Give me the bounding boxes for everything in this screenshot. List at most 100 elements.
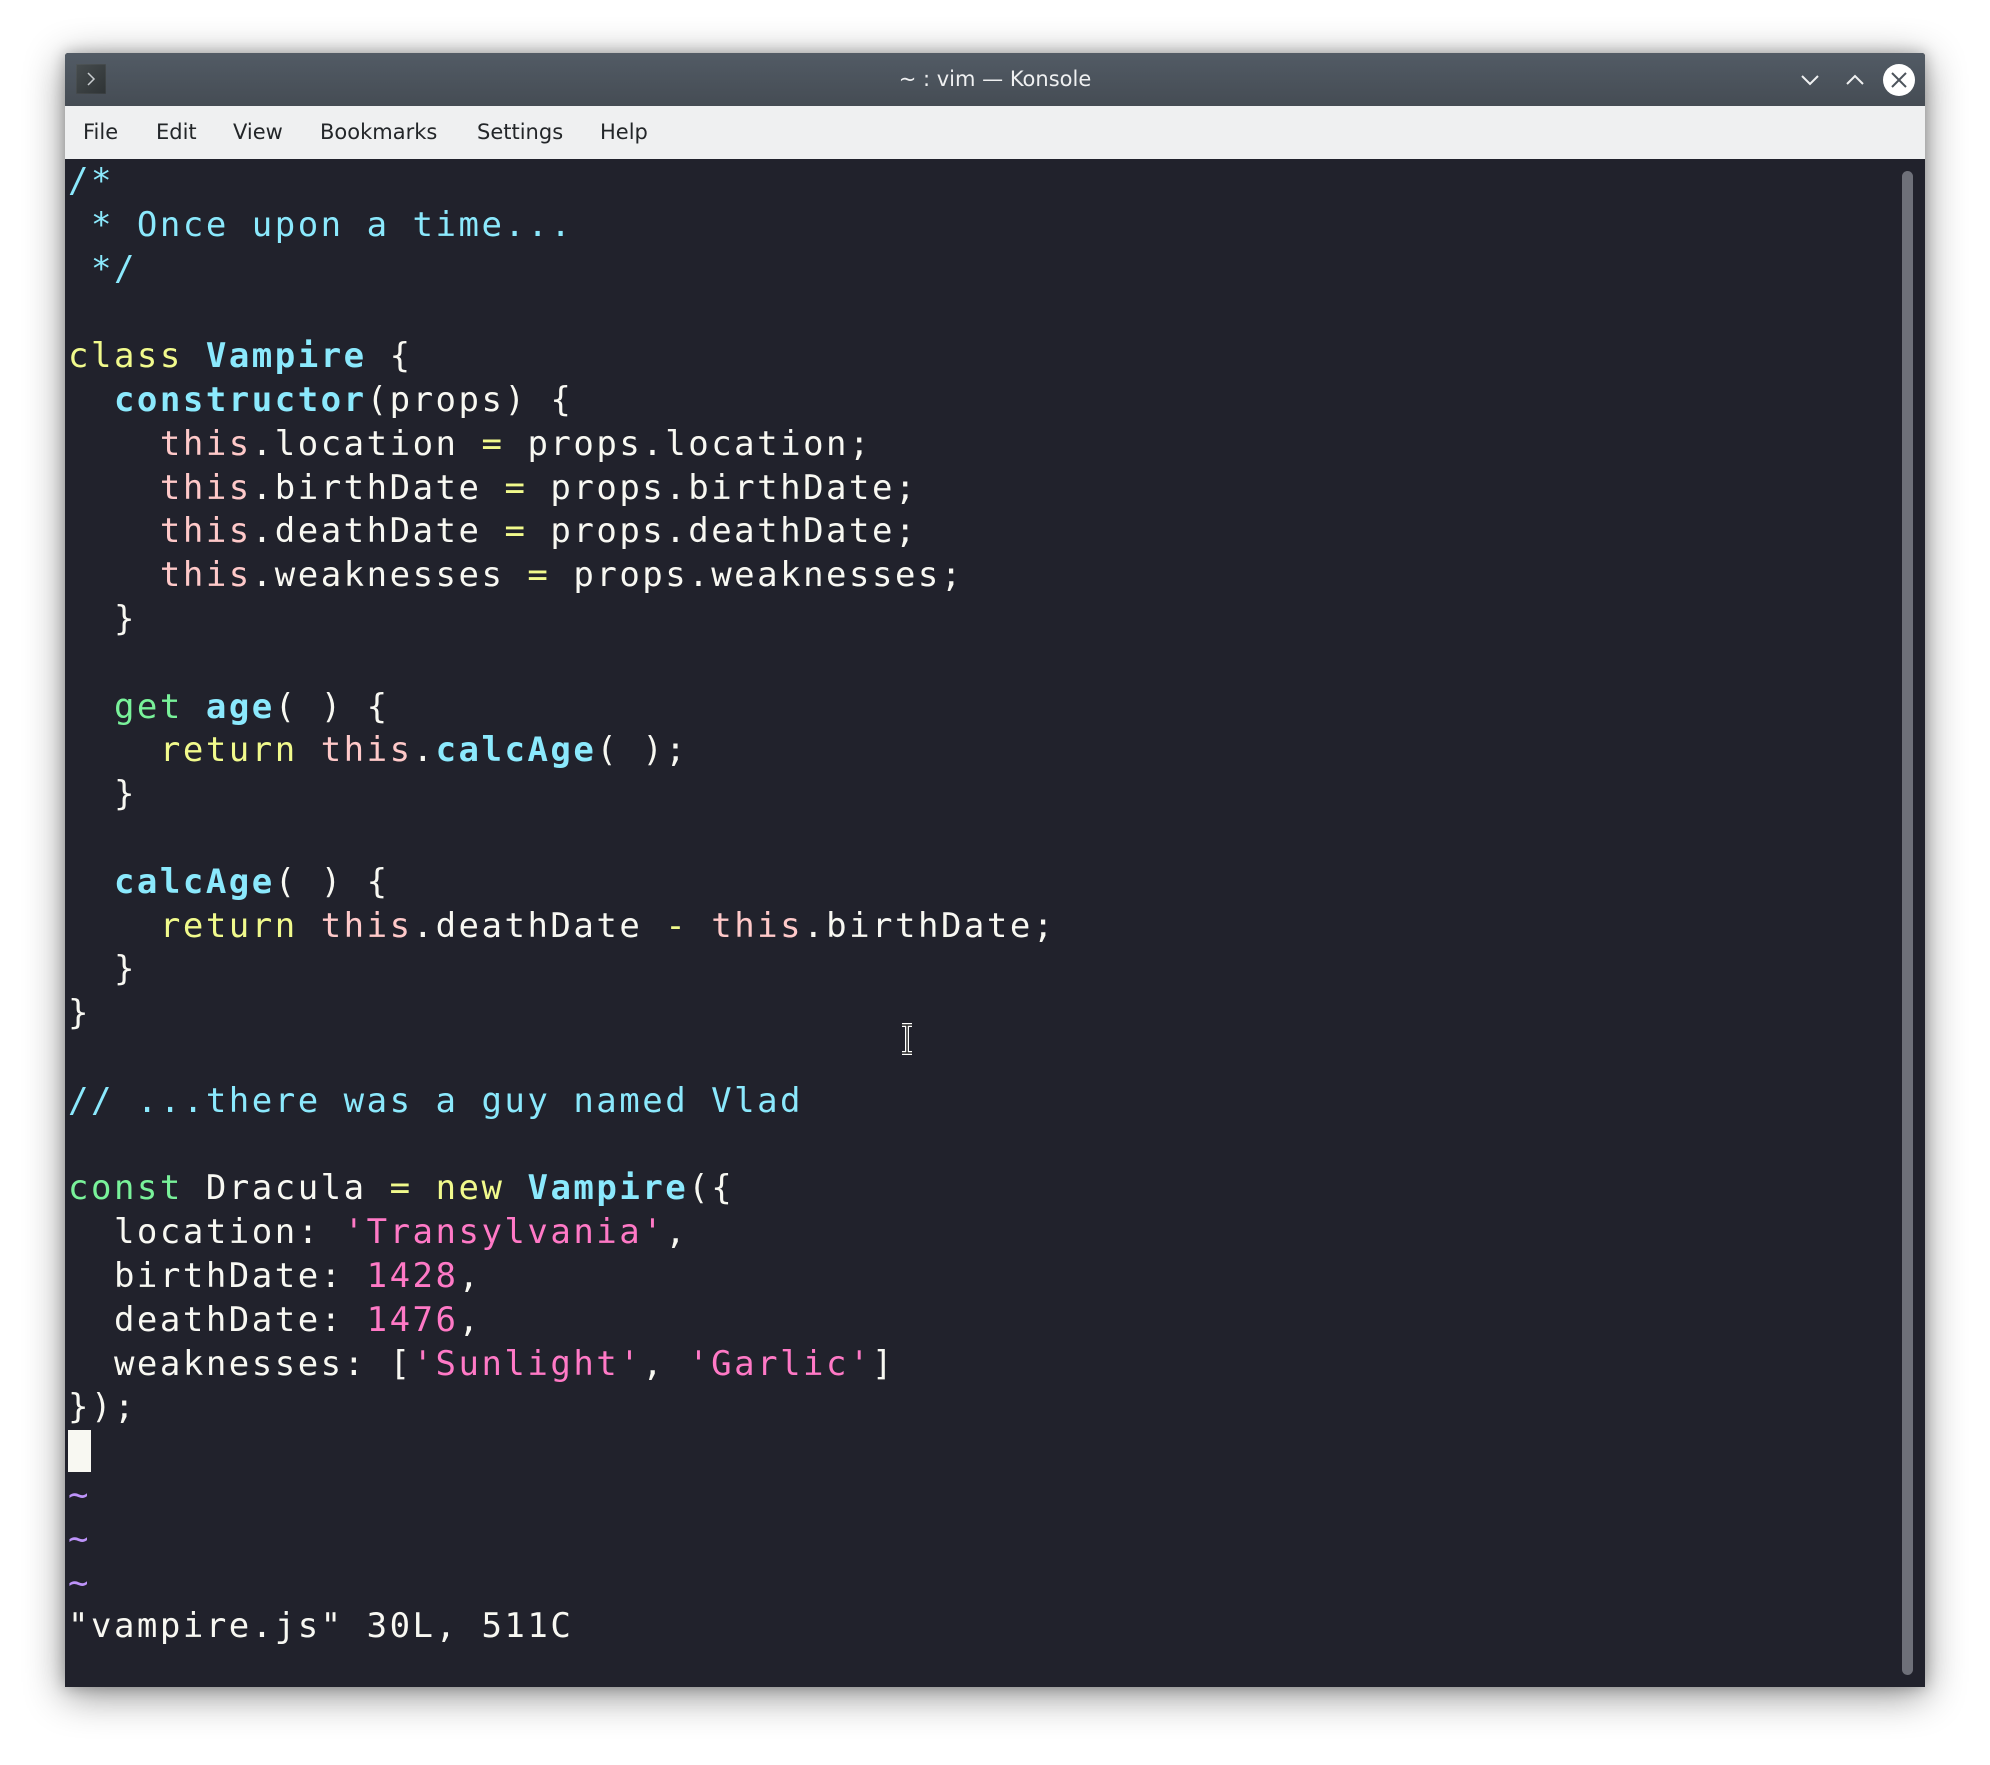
menu-file[interactable]: File [83,106,118,159]
plain-token: } [68,993,91,1034]
code-line: location: 'Transylvania', [68,1211,1056,1255]
empty-buffer-tilde: ~ [68,1562,91,1603]
scrollbar[interactable] [1902,171,1913,1675]
code-line: const Dracula = new Vampire({ [68,1167,1056,1211]
text-cursor [68,1430,91,1473]
plain-token: ( ); [596,730,689,771]
close-button[interactable] [1882,63,1916,97]
comment-line: // ...there was a guy named Vlad [68,1080,804,1121]
plain-token: , [665,1212,689,1253]
this-token: this [711,905,804,946]
operator-token: = [504,511,528,552]
konsole-window: ~ : vim — Konsole File Edit View Bookmar… [65,53,1925,1687]
menu-bookmarks[interactable]: Bookmarks [320,106,437,159]
menu-view[interactable]: View [233,106,283,159]
vim-status-message: "vampire.js" 30L, 511C [68,1606,574,1647]
storage-keyword-token: get [113,686,183,727]
string-token: 'Transylvania' [343,1212,666,1253]
plain-token: (props) { [366,379,574,420]
plain-token: ( ) { [274,861,390,902]
plain-token: } [68,949,137,990]
comment-line: /* [68,161,114,201]
code-line: constructor(props) { [68,379,1056,423]
string-token: 'Sunlight' [412,1343,643,1384]
code-line: birthDate: 1428, [68,1255,1056,1299]
operator-token: = [527,555,551,596]
this-token: this [159,467,252,508]
menu-edit[interactable]: Edit [156,106,197,159]
function-name-token: Vampire [527,1168,689,1209]
operator-token: = [481,423,505,464]
plain-token: props.birthDate; [527,467,918,508]
terminal-area[interactable]: /* * Once upon a time... */ class Vampire… [65,159,1925,1687]
function-name-token: calcAge [435,730,597,771]
window-title: ~ : vim — Konsole [898,67,1092,91]
code-line: this.birthDate = props.birthDate; [68,467,1056,511]
code-line: class Vampire { [68,335,1056,379]
code-line: return this.deathDate - this.birthDate; [68,905,1056,949]
plain-token: { [366,336,413,377]
plain-token: deathDate: [68,1299,367,1340]
plain-token: } [68,598,137,639]
plain-token: , [642,1343,689,1384]
plain-token: .deathDate [412,905,666,946]
text-cursor-ibeam-icon [900,1023,914,1060]
empty-buffer-tilde: ~ [68,1474,91,1515]
operator-token: = [389,1168,413,1209]
plain-token: } [68,774,137,815]
plain-token: , [458,1255,482,1296]
code-line: }); [68,1386,1056,1430]
keyword-token: new [435,1168,505,1209]
comment-line: * Once upon a time... [68,204,574,245]
plain-token: ( ) { [274,686,390,727]
plain-token: .deathDate [251,511,505,552]
comment-line: */ [68,248,137,289]
number-token: 1428 [366,1255,459,1296]
vim-buffer[interactable]: /* * Once upon a time... */ class Vampire… [68,160,1056,1649]
code-line: deathDate: 1476, [68,1299,1056,1343]
plain-token: }); [68,1387,137,1428]
function-name-token: calcAge [113,861,275,902]
code-line: get age( ) { [68,686,1056,730]
plain-token: . [412,730,436,771]
plain-token: birthDate: [68,1255,367,1296]
code-line: weaknesses: ['Sunlight', 'Garlic'] [68,1343,1056,1387]
menu-settings[interactable]: Settings [477,106,563,159]
code-line: this.weaknesses = props.weaknesses; [68,554,1056,598]
plain-token: ] [871,1343,895,1384]
menu-bar: File Edit View Bookmarks Settings Help [65,106,1925,159]
plain-token: .birthDate; [803,905,1056,946]
code-line: } [68,948,1056,992]
minimize-button[interactable] [1793,63,1827,97]
function-name-token: constructor [113,379,367,420]
title-bar[interactable]: ~ : vim — Konsole [65,53,1925,106]
chevron-down-icon [1801,75,1819,86]
chevron-up-icon [1846,74,1864,85]
menu-help[interactable]: Help [600,106,648,159]
string-token: 'Garlic' [688,1343,872,1384]
plain-token: .location [251,423,482,464]
code-line: return this.calcAge( ); [68,729,1056,773]
plain-token: ({ [688,1168,735,1209]
close-icon [1883,64,1915,96]
maximize-button[interactable] [1838,63,1872,97]
plain-token: props.weaknesses; [550,555,964,596]
this-token: this [159,423,252,464]
